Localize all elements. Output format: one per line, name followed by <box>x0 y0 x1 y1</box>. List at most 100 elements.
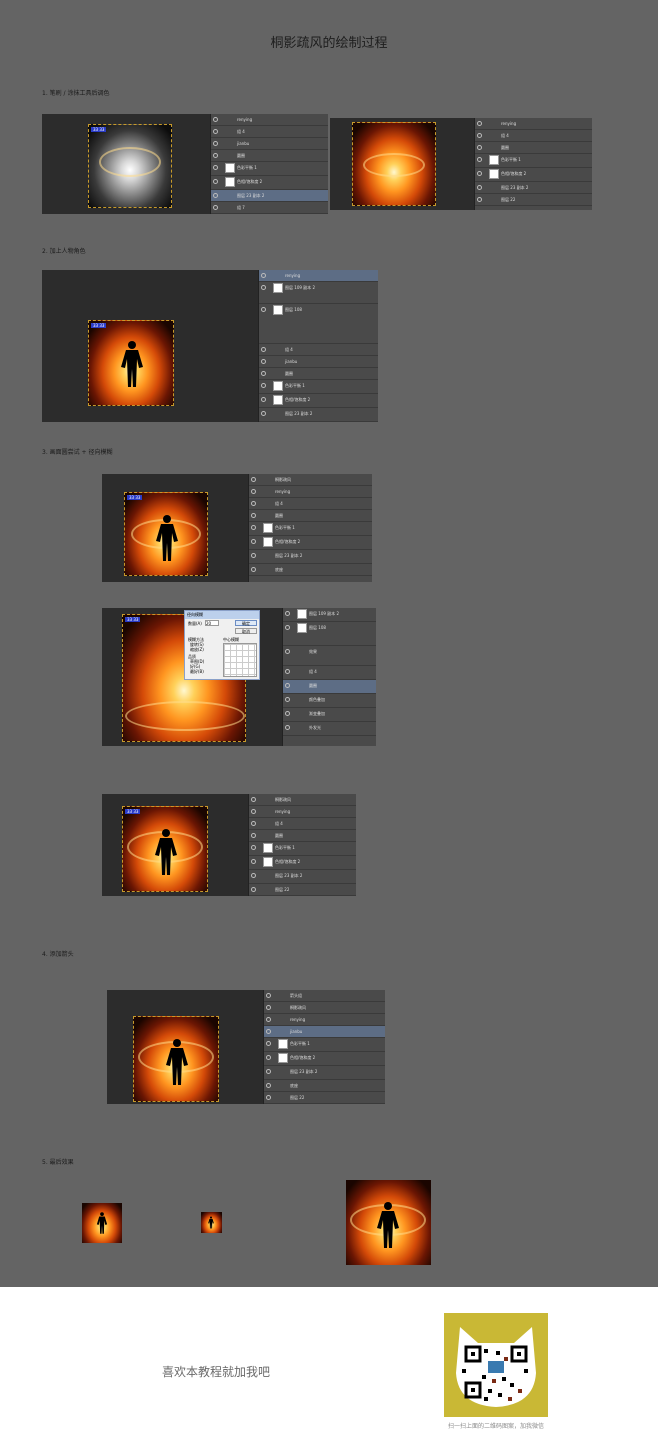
eye-icon[interactable] <box>285 625 290 630</box>
eye-icon[interactable] <box>213 205 218 210</box>
layer-row[interactable]: 图层 22 <box>249 884 356 896</box>
layer-row[interactable]: 组 4 <box>475 130 592 142</box>
eye-icon[interactable] <box>477 197 482 202</box>
eye-icon[interactable] <box>285 649 290 654</box>
layer-row[interactable]: 色彩平衡 1 <box>259 380 378 394</box>
layer-row[interactable]: 色彩平衡 1 <box>249 842 356 856</box>
eye-icon[interactable] <box>261 285 266 290</box>
layer-row[interactable]: 组 7 <box>211 202 328 214</box>
layer-row[interactable]: 圆圈 <box>249 830 356 842</box>
eye-icon[interactable] <box>261 347 266 352</box>
eye-icon[interactable] <box>251 873 256 878</box>
eye-icon[interactable] <box>266 1041 271 1046</box>
layer-row[interactable]: renying <box>249 806 356 818</box>
layer-row[interactable]: jianbu <box>259 356 378 368</box>
eye-icon[interactable] <box>261 359 266 364</box>
eye-icon[interactable] <box>261 371 266 376</box>
blur-center-grid[interactable] <box>223 643 257 677</box>
layer-row[interactable]: 图层 108 <box>259 304 378 344</box>
layer-row-selected[interactable]: 圆圈 <box>283 680 376 694</box>
layer-row[interactable]: 图层 22 <box>264 1092 385 1104</box>
layer-row[interactable]: 图层 109 副本 2 <box>283 608 376 622</box>
layer-row[interactable]: 图层 108 <box>283 622 376 646</box>
layer-row[interactable]: 箭头组 <box>264 990 385 1002</box>
layer-row[interactable]: 圆圈 <box>475 142 592 154</box>
layer-row[interactable]: 色相/饱和度 2 <box>475 168 592 182</box>
cancel-button[interactable]: 取消 <box>235 628 257 634</box>
eye-icon[interactable] <box>213 179 218 184</box>
eye-icon[interactable] <box>251 567 256 572</box>
eye-icon[interactable] <box>261 273 266 278</box>
eye-icon[interactable] <box>477 133 482 138</box>
layer-row[interactable]: 桐影疏风 <box>264 1002 385 1014</box>
layer-row[interactable]: 组 4 <box>211 126 328 138</box>
layer-row[interactable]: 底座 <box>264 1080 385 1092</box>
eye-icon[interactable] <box>251 539 256 544</box>
layer-row[interactable]: 外发光 <box>283 722 376 736</box>
eye-icon[interactable] <box>251 833 256 838</box>
layer-row[interactable]: 色相/饱和度 2 <box>264 1052 385 1066</box>
eye-icon[interactable] <box>251 887 256 892</box>
eye-icon[interactable] <box>251 797 256 802</box>
eye-icon[interactable] <box>213 129 218 134</box>
eye-icon[interactable] <box>266 1083 271 1088</box>
eye-icon[interactable] <box>213 141 218 146</box>
layer-row[interactable]: 圆圈 <box>259 368 378 380</box>
layer-row[interactable]: 色彩平衡 1 <box>264 1038 385 1052</box>
eye-icon[interactable] <box>266 993 271 998</box>
eye-icon[interactable] <box>251 821 256 826</box>
layer-row[interactable]: renying <box>249 486 372 498</box>
eye-icon[interactable] <box>213 153 218 158</box>
eye-icon[interactable] <box>251 859 256 864</box>
layer-row[interactable]: 颜色叠加 <box>283 694 376 708</box>
eye-icon[interactable] <box>266 1095 271 1100</box>
eye-icon[interactable] <box>285 697 290 702</box>
eye-icon[interactable] <box>251 845 256 850</box>
eye-icon[interactable] <box>266 1005 271 1010</box>
layer-row[interactable]: 组 4 <box>249 498 372 510</box>
eye-icon[interactable] <box>285 683 290 688</box>
layer-row[interactable]: 色彩平衡 1 <box>211 162 328 176</box>
layer-row[interactable]: 组 4 <box>249 818 356 830</box>
method-zoom-radio[interactable]: 缩放(Z) <box>190 647 204 653</box>
eye-icon[interactable] <box>251 513 256 518</box>
layer-row[interactable]: 组 4 <box>283 666 376 680</box>
eye-icon[interactable] <box>285 725 290 730</box>
eye-icon[interactable] <box>251 477 256 482</box>
eye-icon[interactable] <box>477 185 482 190</box>
layer-row-selected[interactable]: renying <box>259 270 378 282</box>
eye-icon[interactable] <box>266 1029 271 1034</box>
layer-row[interactable]: 图层 109 副本 2 <box>259 282 378 304</box>
layer-row[interactable]: renying <box>475 118 592 130</box>
layer-row-selected[interactable]: jianbu <box>264 1026 385 1038</box>
eye-icon[interactable] <box>285 669 290 674</box>
eye-icon[interactable] <box>261 307 266 312</box>
layer-row[interactable]: 圆圈 <box>249 510 372 522</box>
layer-row[interactable]: 色彩平衡 1 <box>475 154 592 168</box>
qr-code[interactable] <box>444 1313 548 1417</box>
layer-row-selected[interactable]: 图层 23 副本 2 <box>211 190 328 202</box>
layer-row[interactable]: 图层 23 副本 2 <box>264 1066 385 1080</box>
ok-button[interactable]: 确定 <box>235 620 257 626</box>
eye-icon[interactable] <box>261 383 266 388</box>
layer-row[interactable]: 图层 22 <box>475 194 592 206</box>
quality-best-radio[interactable]: 最好(B) <box>190 669 204 675</box>
layer-row[interactable]: 图层 23 副本 2 <box>249 550 372 564</box>
layer-row[interactable]: 图层 23 副本 2 <box>259 408 378 422</box>
eye-icon[interactable] <box>213 165 218 170</box>
layer-row[interactable]: 色相/饱和度 2 <box>249 856 356 870</box>
eye-icon[interactable] <box>266 1055 271 1060</box>
eye-icon[interactable] <box>477 171 482 176</box>
layer-row[interactable]: 图层 23 副本 2 <box>475 182 592 194</box>
eye-icon[interactable] <box>251 809 256 814</box>
eye-icon[interactable] <box>266 1069 271 1074</box>
layer-row[interactable]: jianbu <box>211 138 328 150</box>
layer-row[interactable]: 色相/饱和度 2 <box>259 394 378 408</box>
eye-icon[interactable] <box>251 489 256 494</box>
eye-icon[interactable] <box>266 1017 271 1022</box>
layer-row[interactable]: 色相/饱和度 2 <box>211 176 328 190</box>
layer-row[interactable]: 桐影疏风 <box>249 794 356 806</box>
eye-icon[interactable] <box>477 157 482 162</box>
layer-row[interactable]: 色彩平衡 1 <box>249 522 372 536</box>
layer-row[interactable]: 渐变叠加 <box>283 708 376 722</box>
